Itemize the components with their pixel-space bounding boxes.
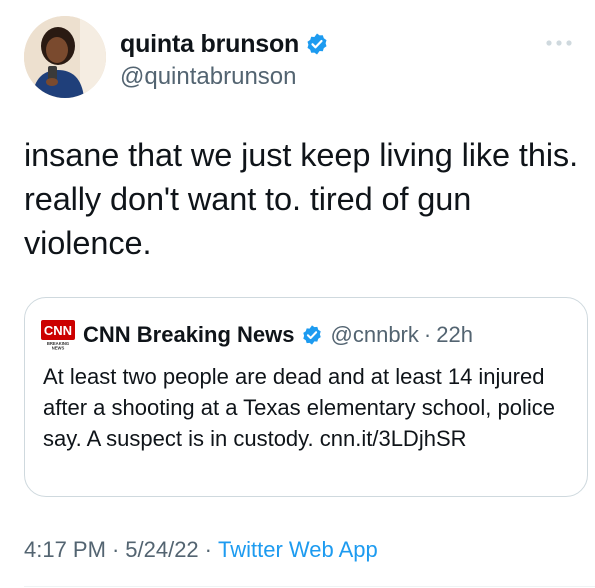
svg-text:NEWS: NEWS xyxy=(52,346,65,351)
meta-separator: · xyxy=(204,537,212,562)
meta-separator: · xyxy=(111,537,120,562)
tweet-text: insane that we just keep living like thi… xyxy=(24,137,579,261)
quoted-handle[interactable]: @cnnbrk xyxy=(331,322,419,348)
tweet-time[interactable]: 4:17 PM xyxy=(24,537,106,562)
svg-text:CNN: CNN xyxy=(44,323,72,338)
quoted-time[interactable]: 22h xyxy=(436,322,473,348)
more-horizontal-icon[interactable] xyxy=(542,36,576,50)
author-handle[interactable]: @quintabrunson xyxy=(120,63,329,91)
tweet[interactable]: quinta brunson @quintabrunson insane tha… xyxy=(0,0,595,588)
tweet-source[interactable]: Twitter Web App xyxy=(218,537,378,562)
author-display-name[interactable]: quinta brunson xyxy=(120,30,299,59)
quoted-separator: · xyxy=(423,322,432,347)
quoted-tweet-text: At least two people are dead and at leas… xyxy=(43,364,556,451)
quoted-tweet-header: CNN BREAKING NEWS CNN Breaking News @cnn… xyxy=(41,320,473,351)
verified-badge-icon xyxy=(305,32,329,56)
tweet-date[interactable]: 5/24/22 xyxy=(125,537,198,562)
display-name-row: quinta brunson xyxy=(120,29,329,59)
quoted-display-name[interactable]: CNN Breaking News xyxy=(83,322,295,348)
quoted-verified-badge-icon xyxy=(301,324,323,346)
tweet-header: quinta brunson @quintabrunson xyxy=(24,16,584,98)
avatar[interactable] xyxy=(24,16,106,98)
avatar-photo xyxy=(24,16,106,98)
divider xyxy=(24,586,595,587)
quoted-tweet[interactable]: CNN BREAKING NEWS CNN Breaking News @cnn… xyxy=(24,297,588,497)
tweet-meta: 4:17 PM · 5/24/22 · Twitter Web App xyxy=(24,537,378,563)
cnn-logo-icon: CNN BREAKING NEWS xyxy=(41,320,75,351)
author-names: quinta brunson @quintabrunson xyxy=(120,29,329,91)
